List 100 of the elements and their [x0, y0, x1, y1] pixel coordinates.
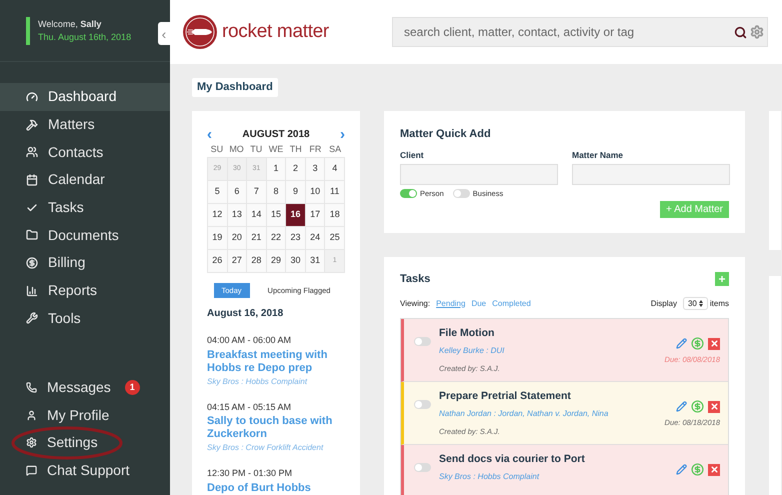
task-title: Send docs via courier to Port [439, 452, 586, 467]
calendar-day[interactable]: 26 [208, 250, 228, 273]
delete-icon[interactable] [708, 464, 720, 476]
calendar-day[interactable]: 24 [306, 227, 326, 250]
viewing-label: Viewing: [400, 298, 430, 310]
calendar-day[interactable]: 29 [266, 250, 286, 273]
up-down-arrows-icon [698, 300, 703, 307]
delete-icon[interactable] [708, 400, 720, 412]
task-title: Prepare Pretrial Statement [439, 389, 572, 404]
calendar-day[interactable]: 6 [228, 181, 248, 204]
calendar-day[interactable]: 2 [286, 158, 306, 181]
dollar-icon[interactable] [691, 337, 704, 350]
weekday-label: SA [328, 142, 342, 156]
agenda-date: August 16, 2018 [207, 307, 284, 321]
calendar-day[interactable]: 13 [228, 204, 248, 227]
folder-icon [26, 229, 38, 242]
display-select[interactable]: 30 [682, 297, 708, 310]
nav-item[interactable]: Documents [0, 221, 170, 250]
calendar-day[interactable]: 25 [325, 227, 345, 250]
field-label: Matter Name [572, 149, 624, 162]
collapse-button[interactable]: ‹ [158, 22, 170, 45]
calendar-day[interactable]: 17 [306, 204, 326, 227]
nav-item[interactable]: Messages 1 [0, 374, 170, 402]
page-title: My Dashboard [192, 78, 278, 96]
edit-icon[interactable] [676, 464, 687, 475]
date-text: Thu. August 16th, 2018 [38, 30, 132, 44]
weekday-label: FR [308, 142, 322, 156]
welcome-text: Welcome, Sally [38, 18, 102, 30]
matter-name-field[interactable] [572, 164, 730, 185]
dollar-icon [26, 256, 38, 269]
nav-item[interactable]: Billing [0, 249, 170, 277]
task-row[interactable]: Send docs via courier to Port Sky Bros : Hobbs Complaint [401, 445, 728, 495]
event-time: 12:30 PM - 01:30 PM [207, 467, 294, 480]
count-badge: 1 [124, 380, 140, 396]
calendar-day[interactable]: 14 [247, 204, 267, 227]
task-toggle[interactable] [414, 400, 431, 409]
calendar-day[interactable]: 15 [266, 204, 286, 227]
event-time: 04:15 AM - 05:15 AM [207, 400, 292, 414]
calendar-day[interactable]: 23 [286, 227, 306, 250]
bar-chart-icon [26, 284, 38, 297]
search-icon[interactable] [734, 26, 747, 38]
people-icon [26, 146, 38, 158]
calendar-day[interactable]: 11 [325, 181, 345, 204]
calendar-day[interactable]: 30 [286, 250, 306, 273]
nav-item[interactable]: Matters [0, 110, 170, 138]
calendar-day[interactable]: 31 [306, 250, 326, 273]
task-toggle[interactable] [414, 463, 431, 472]
calendar-day[interactable]: 5 [208, 181, 228, 204]
calendar-day[interactable]: 3 [306, 158, 326, 181]
calendar-day[interactable]: 21 [247, 227, 267, 250]
calendar-day[interactable]: 4 [325, 158, 345, 181]
nav-item[interactable]: Reports [0, 276, 170, 304]
toggle-switch[interactable] [452, 188, 470, 198]
card-title: Tasks [400, 272, 430, 286]
dollar-icon[interactable] [691, 400, 704, 413]
dollar-icon[interactable] [691, 463, 704, 476]
calendar-day[interactable]: 8 [266, 181, 286, 204]
edit-icon[interactable] [676, 401, 687, 412]
calendar-day[interactable]: 27 [228, 250, 248, 273]
nav-item[interactable]: Calendar [0, 166, 170, 194]
weekday-label: MO [228, 142, 245, 156]
delete-icon[interactable] [708, 338, 720, 350]
search-field[interactable]: search client, matter, contact, activity or tag [392, 17, 768, 47]
calendar-day[interactable]: 20 [228, 227, 248, 250]
nav-item[interactable]: Chat Support [0, 456, 170, 484]
wrench-icon [26, 312, 38, 324]
person-icon [26, 410, 37, 421]
gear-icon [26, 437, 37, 448]
display-label: Display [650, 298, 677, 310]
weekday-label: TH [288, 142, 303, 156]
month-title: AUGUST 2018 [242, 128, 310, 142]
nav-item[interactable]: Tools [0, 304, 170, 332]
task-toggle[interactable] [414, 337, 431, 346]
nav-item[interactable]: Contacts [0, 138, 170, 166]
calendar-day[interactable]: 18 [325, 204, 345, 227]
toggle-switch[interactable] [400, 188, 417, 198]
task-title: File Motion [439, 326, 496, 341]
calendar-day[interactable]: 9 [286, 181, 306, 204]
calendar-day[interactable]: 1 [266, 158, 286, 181]
client-field[interactable] [400, 164, 558, 185]
calendar-day[interactable]: 12 [208, 204, 228, 227]
nav-item[interactable]: Tasks [0, 194, 170, 222]
calendar-icon [26, 174, 38, 186]
weekday-label: WE [268, 142, 284, 156]
nav-item[interactable]: Settings [0, 429, 170, 456]
hammer-icon [26, 118, 38, 131]
nav-item[interactable]: My Profile [0, 402, 170, 429]
calendar-day[interactable]: 16 [286, 204, 306, 227]
event-time: 04:00 AM - 06:00 AM [207, 334, 292, 347]
items-label: items [710, 298, 729, 310]
weekday-label: SU [210, 142, 224, 156]
card-title: Matter Quick Add [400, 126, 492, 142]
calendar-day[interactable]: 19 [208, 227, 228, 250]
calendar-day[interactable]: 10 [306, 181, 326, 204]
calendar-day[interactable]: 22 [266, 227, 286, 250]
edit-icon[interactable] [676, 338, 687, 349]
calendar-day[interactable]: 28 [247, 250, 267, 273]
calendar-day[interactable]: 7 [247, 181, 267, 204]
nav-item[interactable]: Dashboard [0, 83, 170, 111]
logo-text: rocket matter [222, 20, 329, 44]
